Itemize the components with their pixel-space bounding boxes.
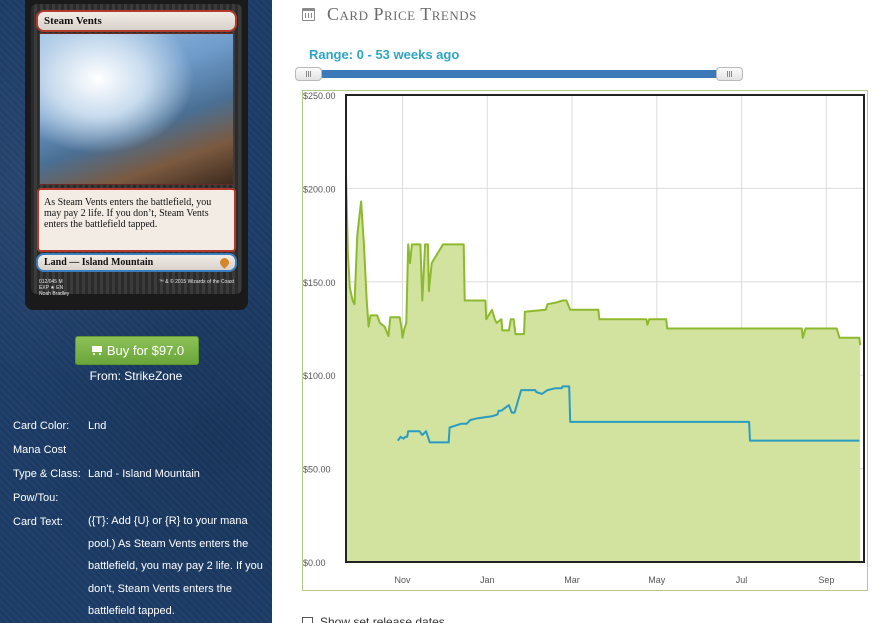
card-name: Steam Vents <box>44 15 102 27</box>
detail-row-type: Type & Class: Land - Island Mountain <box>13 462 268 486</box>
detail-value: Land - Island Mountain <box>88 468 200 480</box>
x-tick-label: Nov <box>395 575 412 585</box>
y-tick-label: $150.00 <box>303 278 336 288</box>
x-tick-label: May <box>648 575 666 585</box>
card-copyright: ™ & © 2015 Wizards of the Coast <box>158 279 234 285</box>
card-rules-text: As Steam Vents enters the battlefield, y… <box>37 188 236 252</box>
set-release-checkbox[interactable] <box>302 616 313 623</box>
detail-row-card-text: Card Text: ({T}: Add {U} or {R} to your … <box>13 510 268 623</box>
detail-label: Card Text: <box>13 516 63 528</box>
set-release-label: Show set release dates <box>320 615 445 623</box>
vendor-text: From: StrikeZone <box>89 369 183 383</box>
detail-label: Mana Cost <box>13 444 67 456</box>
x-tick-label: Sep <box>818 575 834 585</box>
price-trends-header: Card Price Trends <box>302 2 477 26</box>
detail-value: Lnd <box>88 420 107 432</box>
y-tick-label: $50.00 <box>303 465 331 475</box>
detail-value <box>88 486 268 510</box>
set-release-toggle[interactable]: Show set release dates <box>302 615 445 623</box>
y-tick-label: $250.00 <box>303 91 336 101</box>
x-tick-label: Mar <box>564 575 580 585</box>
y-tick-label: $0.00 <box>303 558 326 568</box>
slider-handle-start[interactable] <box>295 67 322 81</box>
range-slider[interactable] <box>295 67 743 81</box>
y-tick-label: $100.00 <box>303 371 336 381</box>
price-trend-chart: $250.00$200.00$150.00$100.00$50.00$0.00 … <box>302 90 868 591</box>
buy-button-label: Buy for $97.0 <box>106 343 185 358</box>
card-image[interactable]: Steam Vents As Steam Vents enters the ba… <box>25 0 248 310</box>
card-info-panel: Steam Vents As Steam Vents enters the ba… <box>0 0 272 623</box>
card-details: Card Color: Lnd Mana Cost Type & Class: … <box>13 414 268 623</box>
slider-selected-range <box>313 70 725 78</box>
detail-row-power-toughness: Pow/Tou: <box>13 486 268 510</box>
detail-value: ({T}: Add {U} or {R} to your mana pool.)… <box>88 515 263 617</box>
card-type-line: Land — Island Mountain <box>44 257 154 268</box>
x-tick-label: Jul <box>736 575 748 585</box>
card-artwork <box>39 33 234 185</box>
card-title-bar: Steam Vents <box>36 10 237 32</box>
detail-label: Pow/Tou: <box>13 492 59 504</box>
x-tick-label: Jan <box>480 575 495 585</box>
detail-label: Type & Class: <box>13 468 81 480</box>
y-tick-label: $200.00 <box>303 184 336 194</box>
detail-row-color: Card Color: Lnd <box>13 414 268 438</box>
card-artist: Noah Bradley <box>39 291 70 297</box>
slider-handle-end[interactable] <box>716 67 743 81</box>
detail-row-mana-cost: Mana Cost <box>13 438 268 462</box>
card-type-bar: Land — Island Mountain <box>36 253 237 272</box>
calendar-icon <box>302 7 315 21</box>
price-trends-title: Card Price Trends <box>327 3 477 24</box>
range-label: Range: 0 - 53 weeks ago <box>309 47 460 62</box>
set-symbol-icon <box>218 256 231 269</box>
shopping-cart-icon <box>90 346 103 356</box>
buy-button[interactable]: Buy for $97.0 <box>75 336 199 365</box>
detail-label: Card Color: <box>13 420 70 432</box>
detail-value <box>88 438 268 462</box>
card-footer: 012/045 M ™ & © 2015 Wizards of the Coas… <box>39 279 234 297</box>
